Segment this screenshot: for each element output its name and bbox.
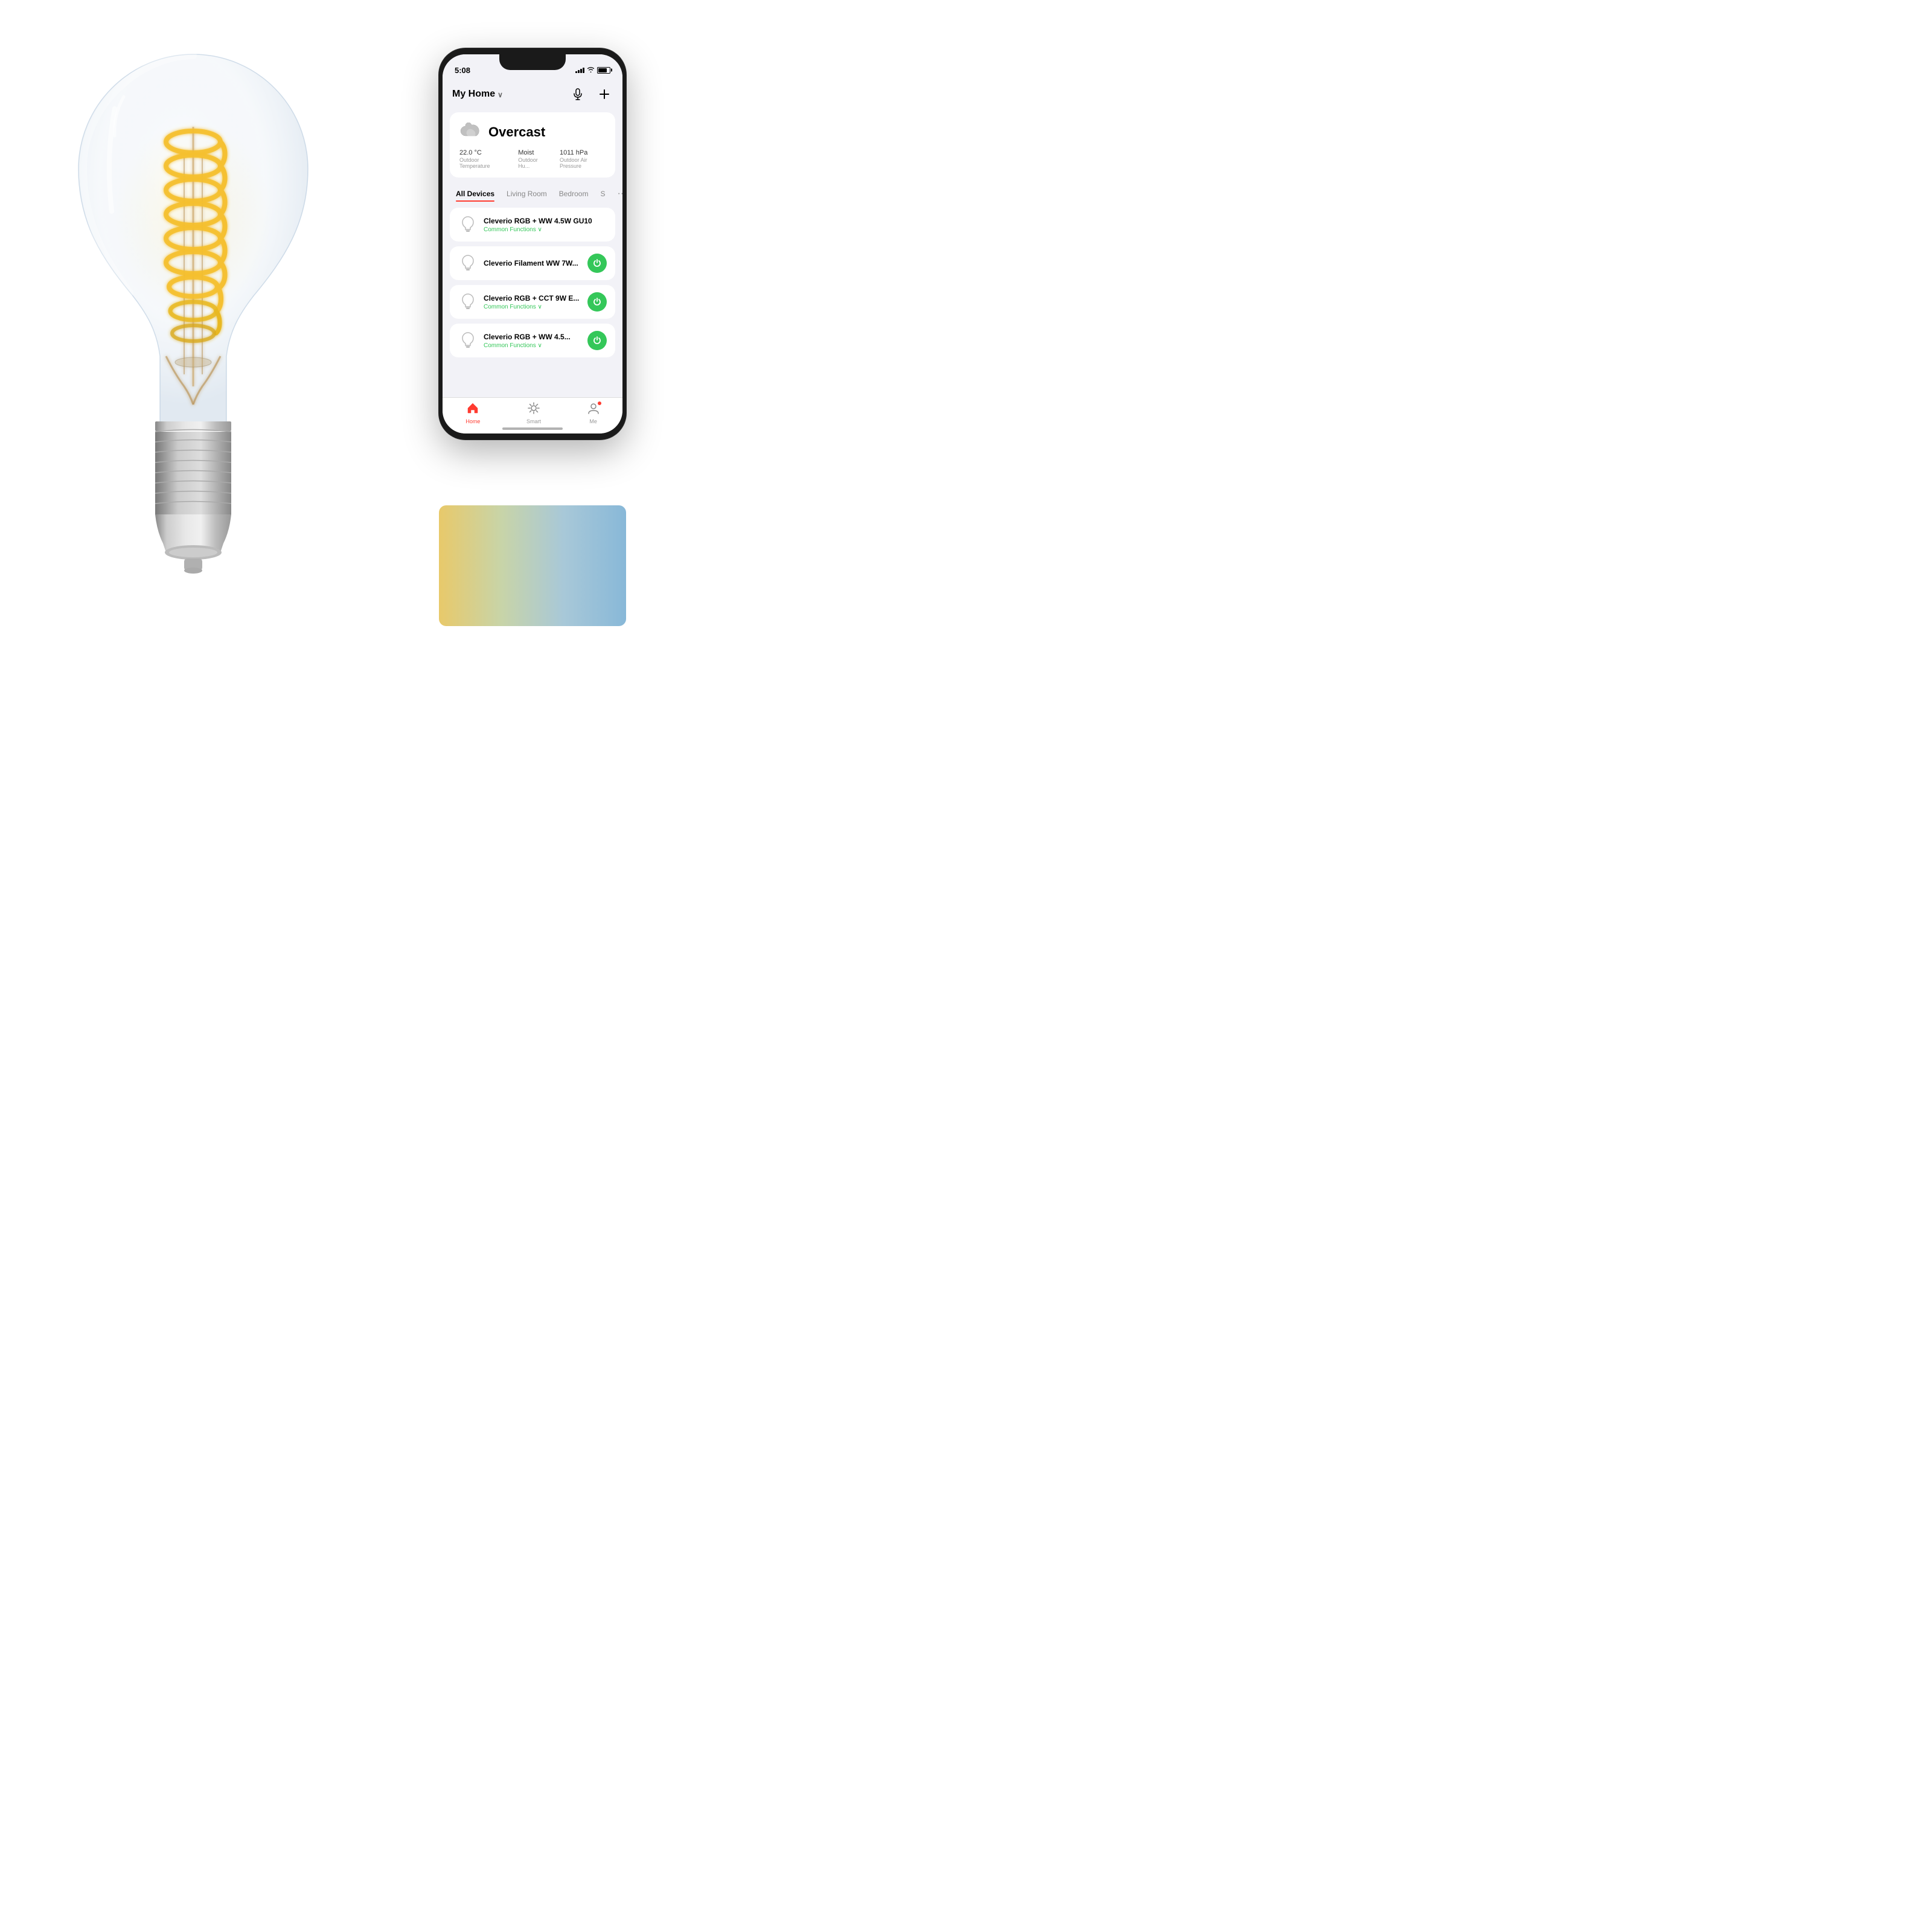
common-functions-link[interactable]: Common Functions ∨ (484, 304, 581, 310)
tabs-bar: All Devices Living Room Bedroom S ··· (443, 182, 622, 203)
chevron-down-icon: ∨ (497, 91, 503, 99)
color-temperature-swatch (439, 505, 626, 626)
device-info: Cleverio Filament WW 7W... (484, 259, 581, 267)
power-button[interactable] (587, 331, 607, 350)
device-name: Cleverio Filament WW 7W... (484, 259, 581, 267)
weather-humidity: Moist Outdoor Hu... (518, 149, 548, 169)
phone-body: 5:08 (439, 48, 626, 440)
list-item[interactable]: Cleverio RGB + WW 4.5... Common Function… (450, 324, 615, 357)
common-functions-link[interactable]: Common Functions ∨ (484, 342, 581, 349)
nav-smart[interactable]: Smart (526, 402, 541, 424)
power-button[interactable] (587, 292, 607, 312)
power-button[interactable] (587, 254, 607, 273)
color-gradient (439, 505, 626, 626)
bulb-icon (458, 292, 478, 312)
list-item[interactable]: Cleverio Filament WW 7W... (450, 246, 615, 280)
weather-temperature: 22.0 °C Outdoor Temperature (459, 149, 506, 169)
tab-living-room[interactable]: Living Room (501, 186, 553, 202)
device-name: Cleverio RGB + CCT 9W E... (484, 294, 581, 302)
common-functions-link[interactable]: Common Functions ∨ (484, 226, 607, 233)
list-item[interactable]: Cleverio RGB + CCT 9W E... Common Functi… (450, 285, 615, 319)
smart-nav-label: Smart (526, 418, 541, 424)
notification-badge (597, 401, 602, 406)
device-name: Cleverio RGB + WW 4.5W GU10 (484, 217, 607, 225)
nav-home[interactable]: Home (465, 402, 480, 424)
main-scene: 5:08 (0, 0, 644, 644)
phone-frame: 5:08 (439, 48, 626, 441)
bulb-icon (458, 331, 478, 350)
device-info: Cleverio RGB + WW 4.5... Common Function… (484, 333, 581, 349)
weather-card: Overcast 22.0 °C Outdoor Temperature Moi… (450, 112, 615, 178)
mic-button[interactable] (569, 86, 586, 103)
status-icons (575, 66, 610, 74)
device-info: Cleverio RGB + WW 4.5W GU10 Common Funct… (484, 217, 607, 233)
tab-all-devices[interactable]: All Devices (450, 186, 501, 202)
pressure-value: 1011 hPa (560, 149, 606, 156)
battery-icon (597, 67, 610, 74)
header-actions (569, 86, 613, 103)
home-title-text: My Home (452, 89, 495, 100)
cloud-icon (459, 121, 481, 143)
status-time: 5:08 (455, 66, 470, 75)
me-nav-icon (587, 406, 600, 417)
phone-notch (499, 54, 566, 70)
humidity-value: Moist (518, 149, 548, 156)
pressure-label: Outdoor Air Pressure (560, 157, 606, 169)
wifi-icon (587, 66, 595, 74)
app-title[interactable]: My Home ∨ (452, 89, 503, 100)
temp-value: 22.0 °C (459, 149, 506, 156)
me-nav-label: Me (589, 418, 597, 424)
device-name: Cleverio RGB + WW 4.5... (484, 333, 581, 341)
home-indicator (502, 427, 563, 430)
add-button[interactable] (596, 86, 613, 103)
weather-condition: Overcast (488, 124, 545, 140)
nav-me[interactable]: Me (587, 402, 600, 424)
devices-list: Cleverio RGB + WW 4.5W GU10 Common Funct… (443, 203, 622, 367)
tab-s[interactable]: S (594, 186, 611, 202)
list-item[interactable]: Cleverio RGB + WW 4.5W GU10 Common Funct… (450, 208, 615, 242)
smart-nav-icon (528, 402, 540, 417)
weather-pressure: 1011 hPa Outdoor Air Pressure (560, 149, 606, 169)
me-badge-wrap (587, 402, 600, 417)
phone-screen: 5:08 (443, 54, 622, 433)
temp-label: Outdoor Temperature (459, 157, 506, 169)
app-header: My Home ∨ (443, 81, 622, 107)
bulb-image (18, 18, 368, 610)
weather-stats: 22.0 °C Outdoor Temperature Moist Outdoo… (459, 149, 606, 169)
bulb-icon (458, 254, 478, 273)
home-nav-icon (467, 402, 479, 417)
bulb-icon (458, 215, 478, 234)
app-content: Overcast 22.0 °C Outdoor Temperature Moi… (443, 107, 622, 400)
tabs-more-button[interactable]: ··· (611, 185, 622, 203)
home-nav-label: Home (465, 418, 480, 424)
humidity-label: Outdoor Hu... (518, 157, 548, 169)
weather-main: Overcast (459, 121, 606, 143)
tab-bedroom[interactable]: Bedroom (553, 186, 595, 202)
device-info: Cleverio RGB + CCT 9W E... Common Functi… (484, 294, 581, 310)
signal-icon (575, 67, 584, 73)
